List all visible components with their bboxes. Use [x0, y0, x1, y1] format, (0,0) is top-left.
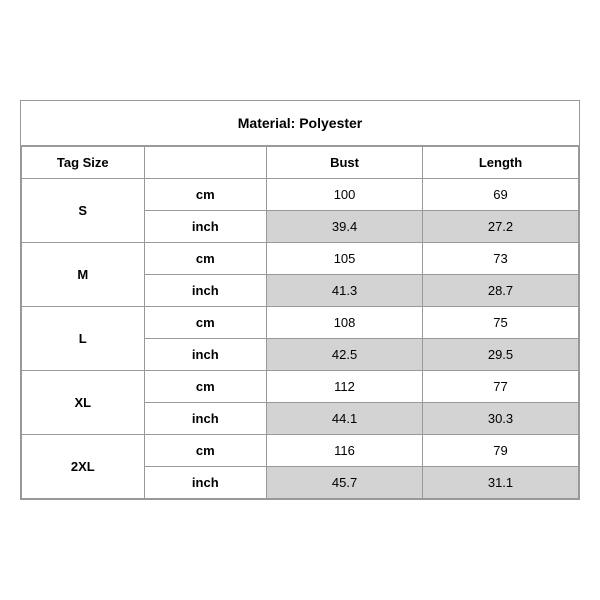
length-cm: 77	[423, 371, 579, 403]
unit-cm: cm	[144, 435, 267, 467]
length-cm: 75	[423, 307, 579, 339]
bust-cm: 100	[267, 179, 423, 211]
table-row: Scm10069	[22, 179, 579, 211]
size-chart: Material: Polyester Tag Size Bust Length…	[20, 100, 580, 500]
unit-inch: inch	[144, 339, 267, 371]
header-length: Length	[423, 147, 579, 179]
length-cm: 69	[423, 179, 579, 211]
chart-title: Material: Polyester	[21, 101, 579, 146]
tag-size-cell: 2XL	[22, 435, 145, 499]
table-row: Mcm10573	[22, 243, 579, 275]
unit-inch: inch	[144, 275, 267, 307]
table-header-row: Tag Size Bust Length	[22, 147, 579, 179]
length-cm: 79	[423, 435, 579, 467]
length-inch: 29.5	[423, 339, 579, 371]
length-inch: 27.2	[423, 211, 579, 243]
unit-inch: inch	[144, 211, 267, 243]
table-row: XLcm11277	[22, 371, 579, 403]
length-inch: 28.7	[423, 275, 579, 307]
length-cm: 73	[423, 243, 579, 275]
bust-inch: 41.3	[267, 275, 423, 307]
bust-cm: 116	[267, 435, 423, 467]
table-row: Lcm10875	[22, 307, 579, 339]
tag-size-cell: XL	[22, 371, 145, 435]
tag-size-cell: L	[22, 307, 145, 371]
unit-cm: cm	[144, 371, 267, 403]
unit-inch: inch	[144, 403, 267, 435]
bust-cm: 108	[267, 307, 423, 339]
header-bust: Bust	[267, 147, 423, 179]
header-unit	[144, 147, 267, 179]
tag-size-cell: M	[22, 243, 145, 307]
unit-cm: cm	[144, 307, 267, 339]
bust-inch: 39.4	[267, 211, 423, 243]
bust-cm: 112	[267, 371, 423, 403]
tag-size-cell: S	[22, 179, 145, 243]
bust-cm: 105	[267, 243, 423, 275]
size-table: Tag Size Bust Length Scm10069inch39.427.…	[21, 146, 579, 499]
unit-cm: cm	[144, 243, 267, 275]
table-row: 2XLcm11679	[22, 435, 579, 467]
header-tag-size: Tag Size	[22, 147, 145, 179]
length-inch: 30.3	[423, 403, 579, 435]
length-inch: 31.1	[423, 467, 579, 499]
bust-inch: 44.1	[267, 403, 423, 435]
unit-cm: cm	[144, 179, 267, 211]
bust-inch: 45.7	[267, 467, 423, 499]
unit-inch: inch	[144, 467, 267, 499]
bust-inch: 42.5	[267, 339, 423, 371]
